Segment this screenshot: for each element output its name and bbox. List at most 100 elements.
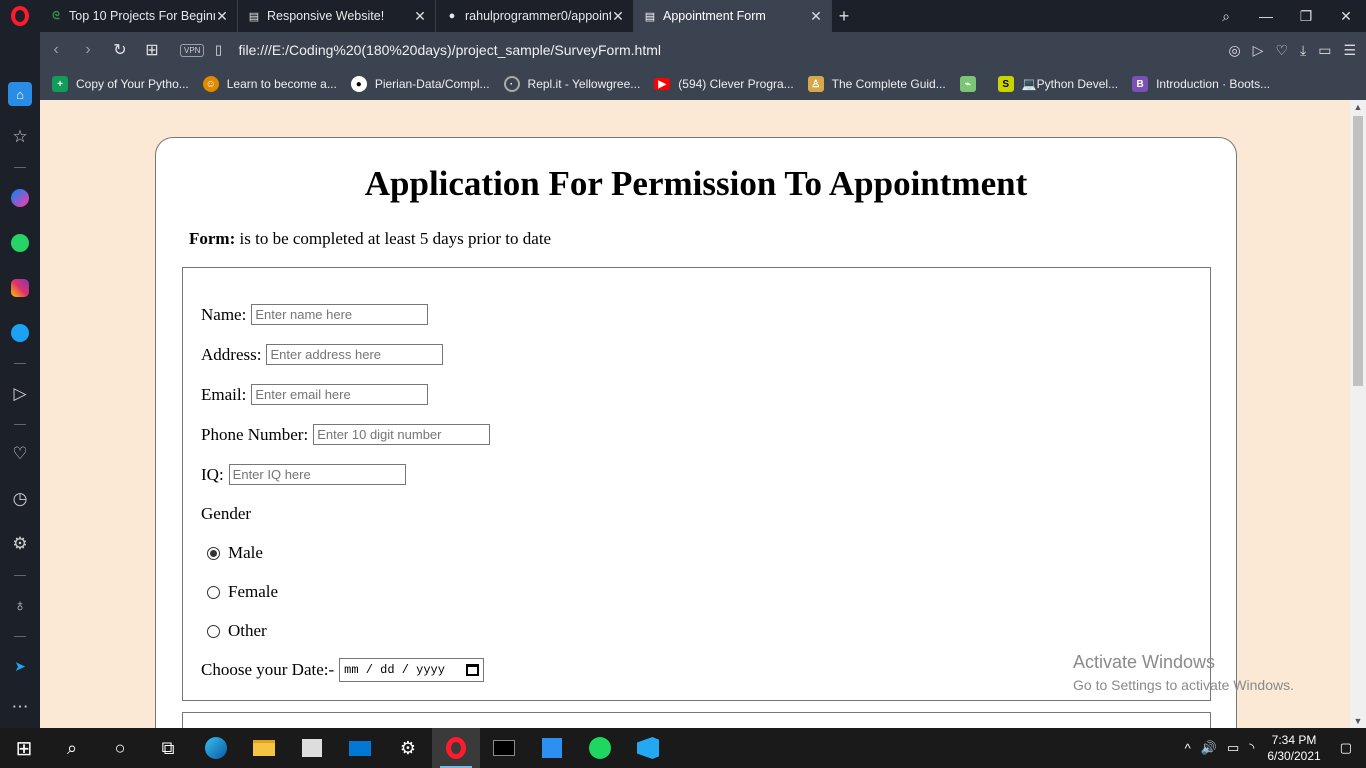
history-icon[interactable]: ◷ [8,487,32,511]
twitter-icon[interactable] [8,321,32,345]
vscode-icon[interactable] [624,728,672,768]
lightbulb-icon[interactable]: ♁ [8,594,32,618]
tab-2[interactable]: ● rahulprogrammer0/appoint ✕ [436,0,634,32]
calendar-icon[interactable] [466,664,480,676]
calendar-app-icon[interactable] [528,728,576,768]
female-radio[interactable] [207,585,220,599]
scroll-up-icon[interactable]: ▲ [1350,102,1366,112]
heart-icon[interactable]: ♡ [8,442,32,466]
windows-start-icon[interactable]: ⊞ [0,728,48,768]
male-label: Male [228,543,263,562]
gender-option-female[interactable]: Female [201,582,278,602]
scroll-thumb[interactable] [1353,116,1363,386]
bookmark-2[interactable]: ● Pierian-Data/Compl... [350,76,490,92]
bookmark-0[interactable]: + Copy of Your Pytho... [52,76,189,92]
gender-option-other[interactable]: Other [201,621,267,641]
store-icon[interactable] [288,728,336,768]
name-input[interactable] [251,304,429,325]
bookmark-label: Pierian-Data/Compl... [374,77,490,91]
image-icon: ⌁ [959,76,976,92]
scroll-down-icon[interactable]: ▼ [1350,716,1366,726]
other-label: Other [228,621,267,640]
close-tab-icon[interactable]: ✕ [215,8,229,25]
edge-icon[interactable] [192,728,240,768]
menu-icon[interactable]: ☰ [1343,42,1356,59]
battery-icon[interactable]: ▭ [1227,740,1239,756]
battery-saver-icon[interactable]: ▭ [1318,42,1331,59]
new-tab-icon[interactable]: + [832,0,856,32]
bookmark-3[interactable]: · Repl.it - Yellowgree... [503,76,640,92]
close-tab-icon[interactable]: ✕ [413,8,427,25]
download-icon[interactable]: ⤓ [1300,42,1306,59]
bookmark-7[interactable]: S 💻Python Devel... [997,76,1118,92]
cortana-icon[interactable]: ○ [96,728,144,768]
github-icon: ● [448,10,456,22]
instagram-icon[interactable] [8,276,32,300]
camera-icon[interactable]: ◎ [1228,42,1240,59]
tray-chevron-icon[interactable]: ^ [1185,741,1191,756]
heart-icon[interactable]: ♡ [1275,42,1288,59]
tab-0[interactable]: ᘓ Top 10 Projects For Beginn ✕ [40,0,238,32]
file-icon: ▯ [214,42,223,57]
task-view-icon[interactable]: ⧉ [144,728,192,768]
tab-3[interactable]: ▤ Appointment Form ✕ [634,0,832,32]
close-window-icon[interactable]: ✕ [1326,8,1366,25]
date-row: Choose your Date:- mm / dd / yyyy [201,658,485,682]
window-controls: ⌕ — ❐ ✕ [1206,0,1366,32]
settings-icon[interactable]: ⚙ [384,728,432,768]
file-explorer-icon[interactable] [240,728,288,768]
close-tab-icon[interactable]: ✕ [611,8,625,25]
page-scrollbar[interactable]: ▲ ▼ [1350,100,1366,728]
settings-icon[interactable]: ⚙ [8,532,32,556]
avatar-icon: ☺ [202,76,219,92]
back-icon[interactable]: ‹ [40,41,72,59]
bookmark-4[interactable]: ▶ (594) Clever Progra... [654,77,794,91]
email-input[interactable] [251,384,429,405]
date-input[interactable]: mm / dd / yyyy [339,658,485,682]
more-icon[interactable]: ⋯ [8,695,32,719]
replit-icon: · [503,76,520,92]
forward-icon[interactable]: › [72,41,104,59]
wifi-icon[interactable]: ◝ [1249,740,1254,756]
bookmark-8[interactable]: B Introduction · Boots... [1132,76,1270,92]
phone-input[interactable] [313,424,491,445]
geeksforgeeks-icon: ᘓ [52,9,60,22]
bookmark-5[interactable]: ♙ The Complete Guid... [807,76,946,92]
send-icon[interactable]: ▷ [1253,42,1264,59]
spotify-icon[interactable] [576,728,624,768]
terminal-icon[interactable] [480,728,528,768]
other-radio[interactable] [207,624,220,638]
url-field[interactable]: file:///E:/Coding%20(180%20days)/project… [238,42,661,58]
gender-option-male[interactable]: Male [201,543,263,563]
minimize-icon[interactable]: — [1246,8,1286,24]
grid-icon[interactable]: ⊞ [136,40,168,60]
bookmark-label: Learn to become a... [226,77,337,91]
iq-input[interactable] [228,464,406,485]
clock[interactable]: 7:34 PM 6/30/2021 [1267,732,1320,764]
bookmark-label: (594) Clever Progra... [678,77,794,91]
notifications-icon[interactable]: ▢ [1340,740,1352,756]
bookmark-6[interactable]: ⌁ [959,76,984,92]
volume-icon[interactable]: 🔊 [1201,740,1217,756]
search-tabs-icon[interactable]: ⌕ [1206,8,1246,25]
reload-icon[interactable]: ↻ [104,40,136,60]
close-tab-icon[interactable]: ✕ [809,8,823,25]
mail-icon[interactable] [336,728,384,768]
system-tray: ^ 🔊 ▭ ◝ 7:34 PM 6/30/2021 ▢ [1180,728,1366,768]
vpn-badge[interactable]: VPN [180,43,205,57]
whatsapp-icon[interactable] [8,231,32,255]
messenger-icon[interactable] [8,186,32,210]
opera-taskbar-icon[interactable] [432,728,480,768]
male-radio[interactable] [207,546,220,560]
opera-logo-icon[interactable] [0,0,40,32]
home-icon[interactable]: ⌂ [8,82,32,106]
send-icon[interactable]: ▷ [8,382,32,406]
speed-dial-icon[interactable]: ☆ [8,125,32,149]
intro-description: is to be completed at least 5 days prior… [235,229,552,248]
address-input[interactable] [266,344,444,365]
search-icon[interactable]: ⌕ [48,728,96,768]
twitter-small-icon[interactable]: ➤ [8,654,32,678]
bookmark-1[interactable]: ☺ Learn to become a... [202,76,337,92]
tab-1[interactable]: ▤ Responsive Website! ✕ [238,0,436,32]
restore-icon[interactable]: ❐ [1286,8,1326,25]
